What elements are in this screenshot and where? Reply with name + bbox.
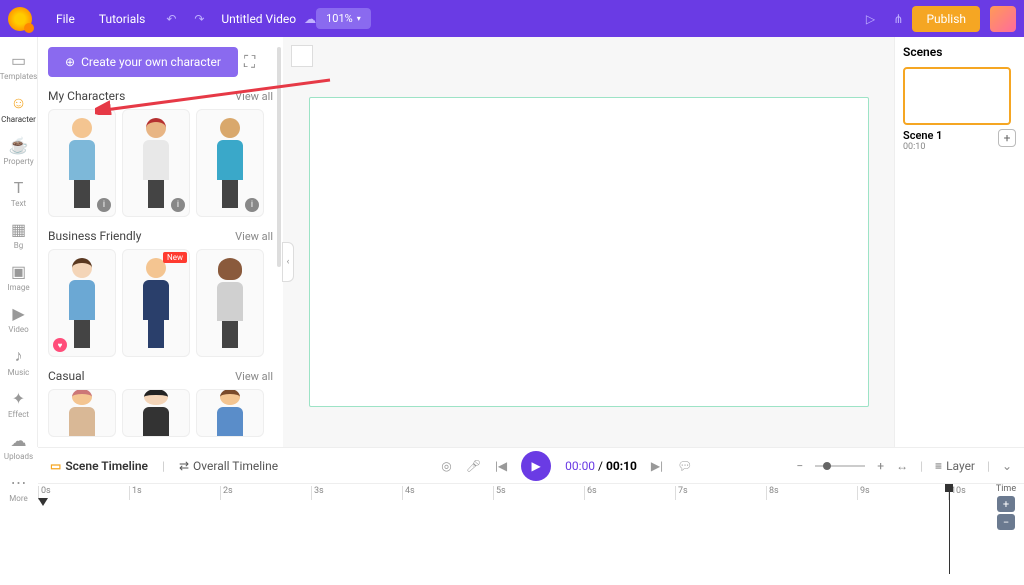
app-logo[interactable] xyxy=(8,7,32,31)
camera-icon[interactable]: ◎ xyxy=(441,459,451,473)
business-heading: Business Friendly xyxy=(48,229,141,243)
view-all-my[interactable]: View all xyxy=(235,90,273,103)
zoom-out-icon[interactable]: − xyxy=(796,459,803,473)
playhead-end[interactable] xyxy=(949,484,950,574)
layer-icon: ≡ xyxy=(935,459,942,473)
share-icon[interactable]: ⋔ xyxy=(884,5,912,33)
casual-heading: Casual xyxy=(48,369,85,383)
time-column-label: Time xyxy=(990,484,1022,494)
time-display: 00:00 / 00:10 xyxy=(565,459,637,473)
sidenav-character[interactable]: ☺Character xyxy=(0,87,38,130)
play-button[interactable]: ▶ xyxy=(521,451,551,481)
new-badge: New xyxy=(163,252,187,263)
view-all-business[interactable]: View all xyxy=(235,230,273,243)
music-icon: ♪ xyxy=(15,346,23,366)
expand-icon[interactable]: ⛶ xyxy=(244,52,255,72)
scene-duration: 00:10 xyxy=(903,142,942,152)
info-icon[interactable]: i xyxy=(97,198,111,212)
side-navigation: ▭Templates ☺Character ☕Property TText ▦B… xyxy=(0,37,38,447)
sidenav-effect[interactable]: ✦Effect xyxy=(0,383,38,425)
sidenav-bg[interactable]: ▦Bg xyxy=(0,214,38,256)
sidenav-video[interactable]: ▶Video xyxy=(0,298,38,340)
project-title[interactable]: Untitled Video xyxy=(221,12,296,26)
character-card[interactable]: i xyxy=(122,109,190,217)
overall-timeline-tab[interactable]: ⇄Overall Timeline xyxy=(179,459,278,473)
info-icon[interactable]: i xyxy=(245,198,259,212)
character-card[interactable]: New xyxy=(122,249,190,357)
canvas[interactable] xyxy=(309,97,869,407)
timeline-toolbar: ▭Scene Timeline | ⇄Overall Timeline ◎ 🎤︎… xyxy=(38,447,1024,483)
video-icon: ▶ xyxy=(12,304,24,323)
sidenav-property[interactable]: ☕Property xyxy=(0,130,38,172)
scene-timeline-tab[interactable]: ▭Scene Timeline xyxy=(50,459,148,473)
collapse-panel-icon[interactable]: ‹ xyxy=(282,242,294,282)
create-character-button[interactable]: ⊕Create your own character xyxy=(48,47,238,77)
character-panel: ⊕Create your own character ⛶ My Characte… xyxy=(38,37,283,447)
time-increase-button[interactable]: + xyxy=(997,496,1015,512)
microphone-icon[interactable]: 🎤︎ xyxy=(466,459,481,473)
plus-icon: ⊕ xyxy=(65,55,75,69)
fit-icon[interactable]: ↔ xyxy=(896,459,908,473)
cloud-save-icon[interactable]: ☁ xyxy=(304,12,316,26)
file-menu[interactable]: File xyxy=(44,12,87,26)
timeline-ruler: 0s 1s 2s 3s 4s 5s 6s 7s 8s 9s 10s xyxy=(38,486,1024,500)
scene-label: Scene 1 xyxy=(903,129,942,142)
sidenav-templates[interactable]: ▭Templates xyxy=(0,45,38,87)
text-icon: T xyxy=(14,178,24,197)
sidenav-more[interactable]: ⋯More xyxy=(0,467,38,509)
character-card[interactable]: i xyxy=(196,109,264,217)
character-card[interactable] xyxy=(122,389,190,437)
panel-scrollbar[interactable] xyxy=(277,47,281,267)
zoom-in-icon[interactable]: + xyxy=(877,459,884,473)
publish-button[interactable]: Publish xyxy=(912,6,980,32)
sidenav-uploads[interactable]: ☁Uploads xyxy=(0,425,38,467)
preview-icon[interactable]: ▷ xyxy=(856,5,884,33)
add-scene-button[interactable]: + xyxy=(998,129,1016,147)
character-card[interactable] xyxy=(196,249,264,357)
info-icon[interactable]: i xyxy=(171,198,185,212)
templates-icon: ▭ xyxy=(11,51,26,70)
zoom-slider[interactable] xyxy=(815,465,865,467)
undo-icon[interactable]: ↶ xyxy=(157,5,185,33)
scenes-panel: Scenes Scene 1 00:10 + xyxy=(894,37,1024,447)
character-icon: ☺ xyxy=(10,93,26,113)
character-card[interactable] xyxy=(196,389,264,437)
more-icon: ⋯ xyxy=(11,473,27,492)
prev-frame-icon[interactable]: |◀ xyxy=(495,459,507,473)
property-icon: ☕ xyxy=(9,136,29,155)
heart-icon[interactable]: ♥ xyxy=(53,338,67,352)
playhead-start[interactable] xyxy=(38,498,48,506)
sidenav-music[interactable]: ♪Music xyxy=(0,340,38,383)
effect-icon: ✦ xyxy=(12,389,25,408)
canvas-area: ‹ xyxy=(283,37,894,447)
zoom-control[interactable]: 101%▾ xyxy=(316,8,371,29)
subtitle-icon[interactable]: 💬︎ xyxy=(677,459,692,473)
top-toolbar: File Tutorials ↶ ↷ Untitled Video ☁ 101%… xyxy=(0,0,1024,37)
sidenav-image[interactable]: ▣Image xyxy=(0,256,38,298)
character-card[interactable] xyxy=(48,389,116,437)
character-card[interactable]: ♥ xyxy=(48,249,116,357)
next-frame-icon[interactable]: ▶| xyxy=(651,459,663,473)
user-avatar[interactable] xyxy=(990,6,1016,32)
view-all-casual[interactable]: View all xyxy=(235,370,273,383)
scene-thumbnail[interactable] xyxy=(903,67,1011,125)
chevron-down-icon[interactable]: ⌄ xyxy=(1002,459,1012,473)
canvas-thumbnail[interactable] xyxy=(291,45,313,67)
tutorials-menu[interactable]: Tutorials xyxy=(87,12,158,26)
character-card[interactable]: i xyxy=(48,109,116,217)
layer-button[interactable]: ≡Layer xyxy=(935,459,975,473)
timeline-track[interactable]: 0s 1s 2s 3s 4s 5s 6s 7s 8s 9s 10s Time +… xyxy=(38,483,1024,583)
bg-icon: ▦ xyxy=(11,220,26,239)
scenes-heading: Scenes xyxy=(903,45,1016,59)
redo-icon[interactable]: ↷ xyxy=(185,5,213,33)
sidenav-text[interactable]: TText xyxy=(0,172,38,214)
time-decrease-button[interactable]: − xyxy=(997,514,1015,530)
image-icon: ▣ xyxy=(11,262,26,281)
my-characters-heading: My Characters xyxy=(48,89,125,103)
uploads-icon: ☁ xyxy=(11,431,27,450)
